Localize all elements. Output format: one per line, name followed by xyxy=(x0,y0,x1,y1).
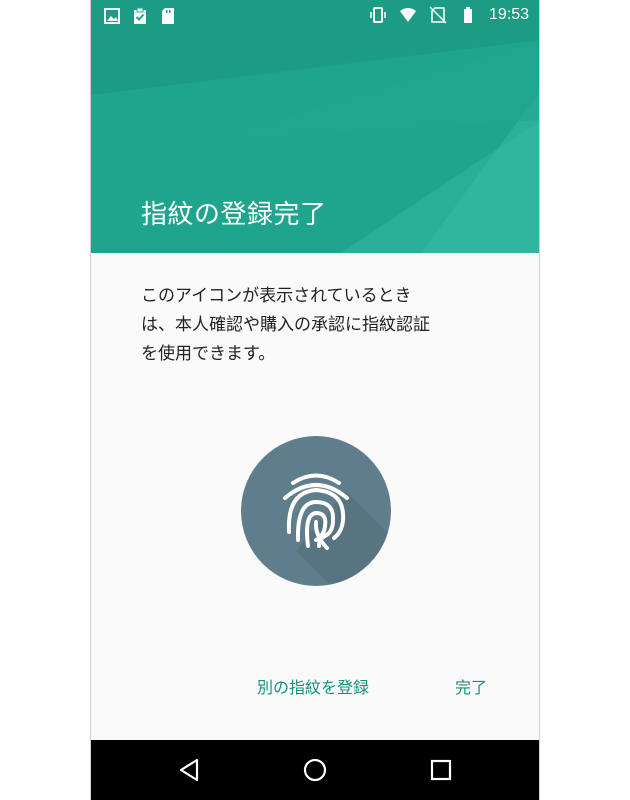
clipboard-check-icon xyxy=(134,7,146,24)
status-time: 19:53 xyxy=(488,6,529,23)
add-another-fingerprint-button[interactable]: 別の指紋を登録 xyxy=(257,674,369,698)
phone-screen: 19:53 指紋の登録完了 このアイコンが表示されているとき は、本人確認や購入… xyxy=(90,0,540,800)
home-icon[interactable] xyxy=(301,756,329,784)
wifi-icon xyxy=(399,8,416,22)
no-sim-icon xyxy=(429,6,447,24)
navigation-bar xyxy=(91,740,539,800)
done-button[interactable]: 完了 xyxy=(455,674,487,698)
description-line: を使用できます。 xyxy=(141,344,276,364)
fingerprint-icon xyxy=(283,473,391,586)
recents-icon[interactable] xyxy=(427,756,455,784)
image-icon xyxy=(104,8,120,24)
vibrate-icon xyxy=(370,7,386,23)
back-icon[interactable] xyxy=(175,756,203,784)
header: 19:53 指紋の登録完了 xyxy=(91,0,539,253)
description-line: このアイコンが表示されているとき xyxy=(141,286,412,306)
fingerprint-badge xyxy=(241,436,391,586)
sd-card-icon xyxy=(162,8,174,24)
status-bar: 19:53 xyxy=(91,0,539,32)
page-title: 指紋の登録完了 xyxy=(141,200,327,230)
description-line: は、本人確認や購入の承認に指紋認証 xyxy=(141,315,430,335)
battery-icon xyxy=(463,7,472,23)
description: このアイコンが表示されているとき は、本人確認や購入の承認に指紋認証 を使用でき… xyxy=(141,282,491,369)
